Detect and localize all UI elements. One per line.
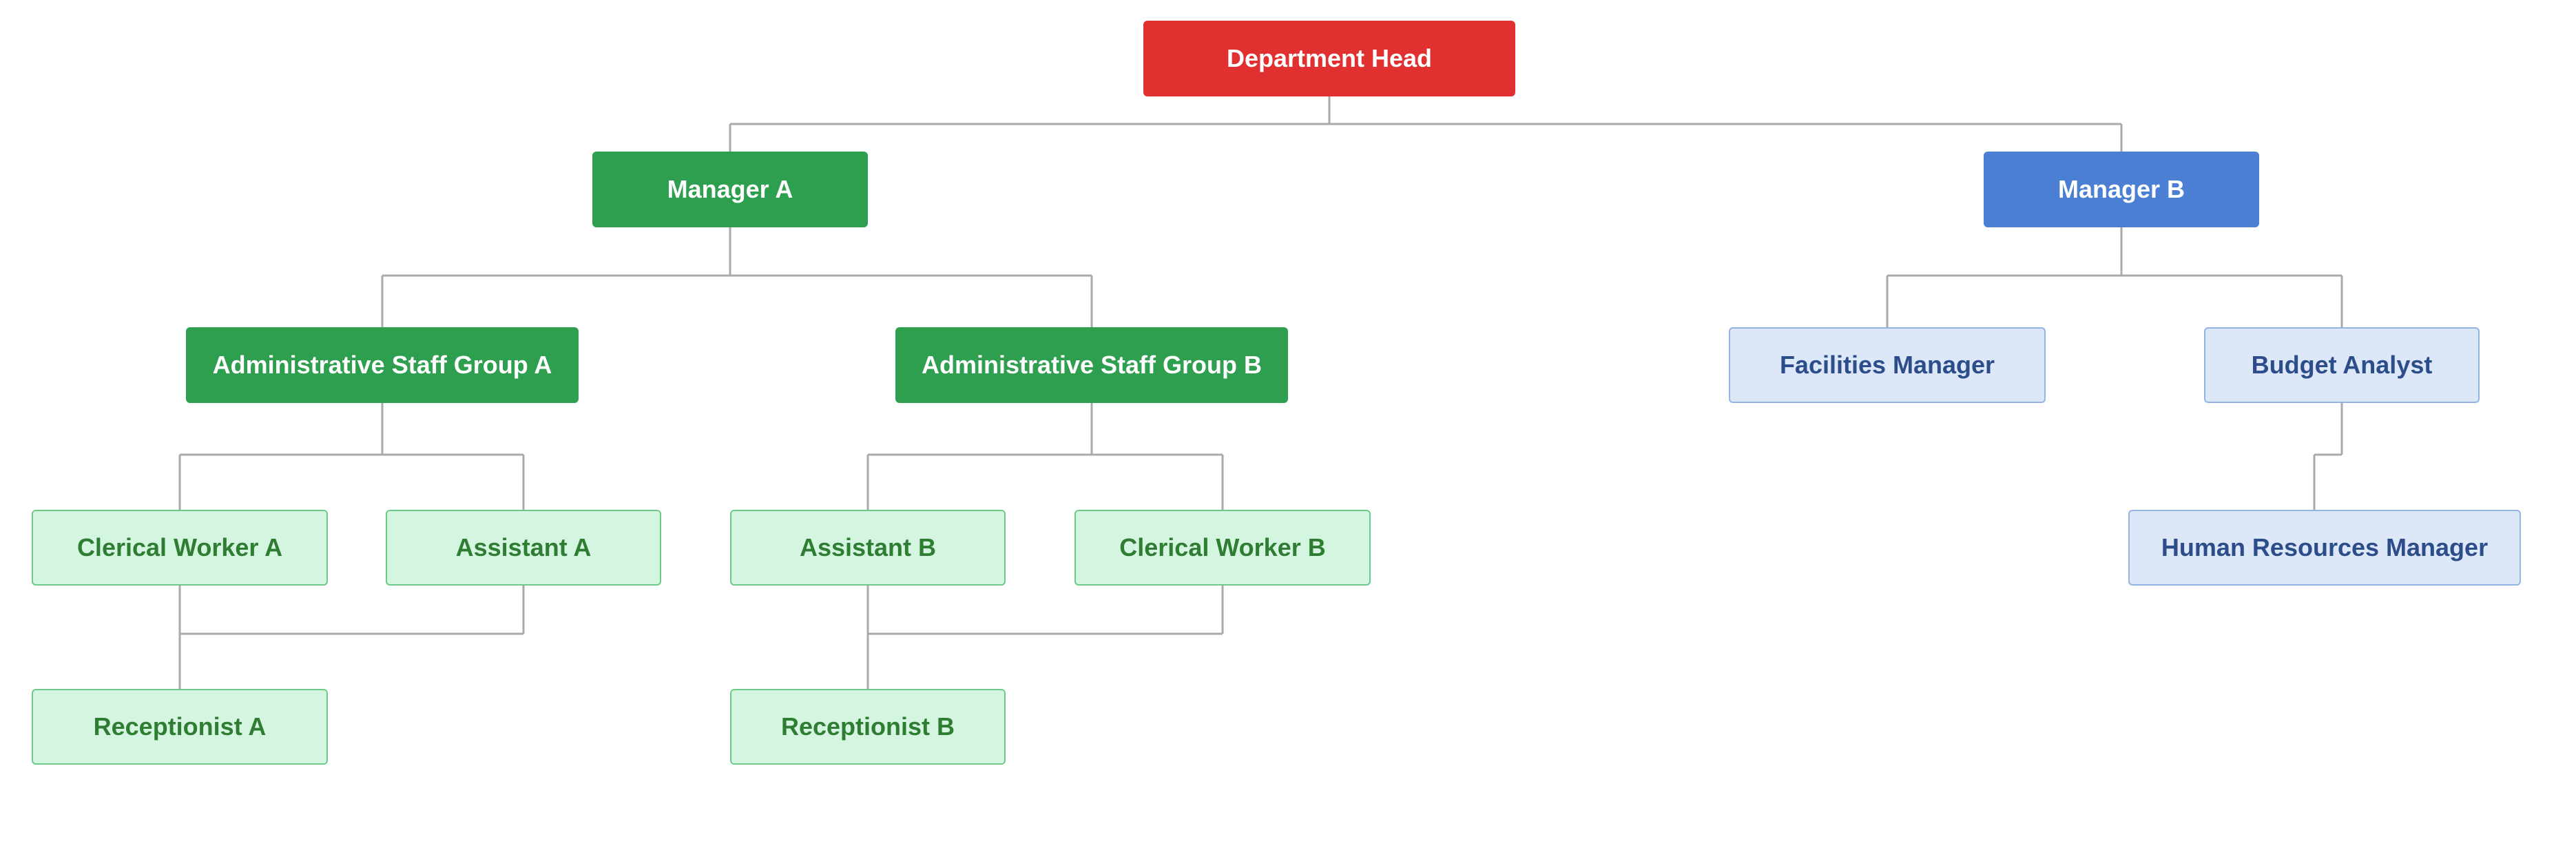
- department-head-label: Department Head: [1227, 44, 1432, 73]
- budget-analyst-node: Budget Analyst: [2204, 327, 2480, 403]
- department-head-node: Department Head: [1143, 21, 1515, 96]
- manager-a-node: Manager A: [592, 152, 868, 227]
- hr-manager-label: Human Resources Manager: [2161, 533, 2488, 562]
- clerical-worker-a-label: Clerical Worker A: [77, 533, 282, 562]
- budget-analyst-label: Budget Analyst: [2252, 351, 2433, 380]
- clerical-worker-a-node: Clerical Worker A: [32, 510, 328, 586]
- facilities-manager-node: Facilities Manager: [1729, 327, 2046, 403]
- assistant-a-label: Assistant A: [456, 533, 592, 562]
- receptionist-b-label: Receptionist B: [781, 712, 955, 741]
- admin-group-a-node: Administrative Staff Group A: [186, 327, 579, 403]
- admin-group-a-label: Administrative Staff Group A: [213, 351, 552, 380]
- assistant-b-label: Assistant B: [800, 533, 936, 562]
- connector-lines: [0, 0, 2576, 868]
- manager-a-label: Manager A: [667, 175, 793, 204]
- assistant-b-node: Assistant B: [730, 510, 1006, 586]
- clerical-worker-b-label: Clerical Worker B: [1119, 533, 1325, 562]
- manager-b-node: Manager B: [1984, 152, 2259, 227]
- assistant-a-node: Assistant A: [386, 510, 661, 586]
- hr-manager-node: Human Resources Manager: [2128, 510, 2521, 586]
- admin-group-b-node: Administrative Staff Group B: [895, 327, 1288, 403]
- facilities-manager-label: Facilities Manager: [1780, 351, 1995, 380]
- manager-b-label: Manager B: [2058, 175, 2185, 204]
- clerical-worker-b-node: Clerical Worker B: [1074, 510, 1371, 586]
- receptionist-b-node: Receptionist B: [730, 689, 1006, 765]
- receptionist-a-label: Receptionist A: [94, 712, 267, 741]
- receptionist-a-node: Receptionist A: [32, 689, 328, 765]
- admin-group-b-label: Administrative Staff Group B: [922, 351, 1262, 380]
- org-chart: Department Head Manager A Manager B Admi…: [0, 0, 2576, 868]
